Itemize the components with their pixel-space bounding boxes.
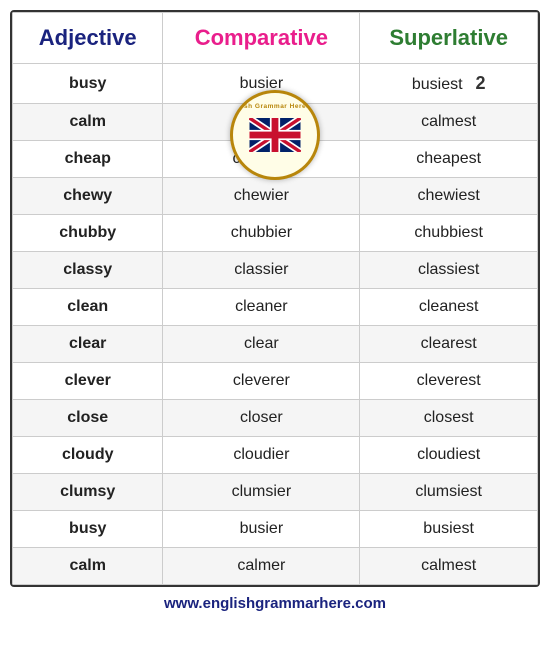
adjective-cell: clear	[13, 326, 163, 363]
superlative-cell: cleverest	[360, 363, 538, 400]
table-row: clumsyclumsierclumsiest	[13, 474, 538, 511]
page-badge: 2	[475, 73, 485, 94]
uk-flag-icon	[249, 118, 301, 152]
superlative-cell: classiest	[360, 252, 538, 289]
adjective-cell: busy	[13, 64, 163, 104]
comparative-cell: cleaner	[163, 289, 360, 326]
superlative-cell: cheapest	[360, 141, 538, 178]
adjective-cell: clever	[13, 363, 163, 400]
comparative-cell: clear	[163, 326, 360, 363]
superlative-cell: calmest	[360, 104, 538, 141]
website-footer: www.englishgrammarhere.com	[164, 595, 386, 612]
superlative-cell: busiest	[360, 511, 538, 548]
adjective-cell: calm	[13, 548, 163, 585]
col-superlative-header: Superlative	[360, 13, 538, 64]
table-row: calmcalmercalmest	[13, 548, 538, 585]
adjective-cell: chubby	[13, 215, 163, 252]
adjective-cell: cheap	[13, 141, 163, 178]
comparative-cell: cloudier	[163, 437, 360, 474]
superlative-cell: calmest	[360, 548, 538, 585]
superlative-cell: chewiest	[360, 178, 538, 215]
comparative-cell: closer	[163, 400, 360, 437]
comparative-cell: busier	[163, 511, 360, 548]
adjective-cell: clumsy	[13, 474, 163, 511]
comparative-cell: cleverer	[163, 363, 360, 400]
table-row: clearclearclearest	[13, 326, 538, 363]
superlative-cell: clearest	[360, 326, 538, 363]
table-row: cloudycloudiercloudiest	[13, 437, 538, 474]
table-row: chubbychubbierchubbiest	[13, 215, 538, 252]
table-row: cleancleanercleanest	[13, 289, 538, 326]
comparative-cell: chewier	[163, 178, 360, 215]
stamp-logo: English Grammar Here.Com	[230, 90, 320, 180]
comparative-cell: clumsier	[163, 474, 360, 511]
table-wrapper: Adjective Comparative Superlative busybu…	[10, 10, 540, 587]
adjective-cell: classy	[13, 252, 163, 289]
col-comparative-header: Comparative	[163, 13, 360, 64]
superlative-cell: closest	[360, 400, 538, 437]
superlative-cell: cloudiest	[360, 437, 538, 474]
adjective-cell: busy	[13, 511, 163, 548]
comparative-cell: classier	[163, 252, 360, 289]
stamp-arc-top: English Grammar Here.Com	[230, 103, 320, 110]
adjective-cell: calm	[13, 104, 163, 141]
superlative-cell: clumsiest	[360, 474, 538, 511]
superlative-cell: chubbiest	[360, 215, 538, 252]
superlative-cell: busiest 2	[360, 64, 538, 104]
superlative-cell: cleanest	[360, 289, 538, 326]
adjective-cell: close	[13, 400, 163, 437]
table-row: classyclassierclassiest	[13, 252, 538, 289]
table-row: chewychewierchewiest	[13, 178, 538, 215]
table-header-row: Adjective Comparative Superlative	[13, 13, 538, 64]
adjective-cell: cloudy	[13, 437, 163, 474]
col-adjective-header: Adjective	[13, 13, 163, 64]
adjective-cell: clean	[13, 289, 163, 326]
comparative-cell: chubbier	[163, 215, 360, 252]
adjective-cell: chewy	[13, 178, 163, 215]
table-row: busybusierbusiest	[13, 511, 538, 548]
table-row: clevercleverercleverest	[13, 363, 538, 400]
table-row: closecloserclosest	[13, 400, 538, 437]
comparative-cell: calmer	[163, 548, 360, 585]
